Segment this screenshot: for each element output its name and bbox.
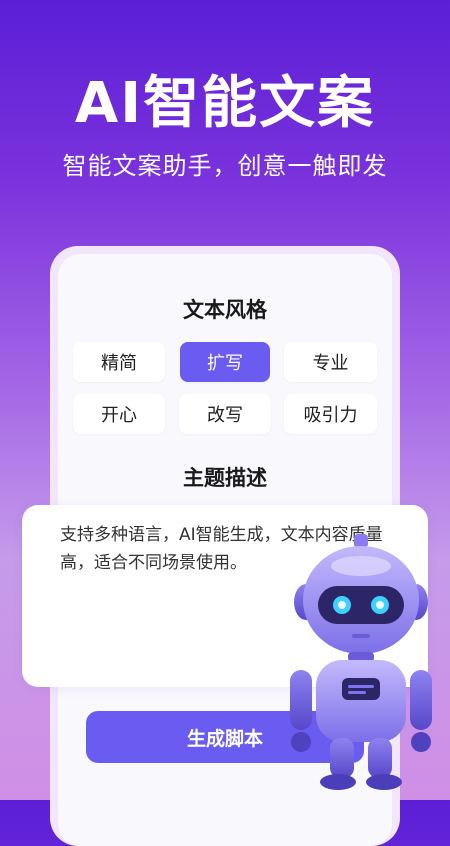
robot-mascot-illustration: [290, 534, 432, 790]
style-chip-expand[interactable]: 扩写: [180, 342, 270, 382]
subheadline: 智能文案助手，创意一触即发: [62, 152, 388, 180]
style-chip-attractive[interactable]: 吸引力: [284, 394, 377, 434]
topic-section-title: 主题描述: [183, 466, 267, 490]
style-chip-rewrite[interactable]: 改写: [179, 394, 271, 434]
style-chip-professional[interactable]: 专业: [284, 342, 377, 382]
style-chip-concise[interactable]: 精简: [73, 342, 165, 382]
style-section-title: 文本风格: [183, 298, 267, 322]
headline: AI智能文案: [74, 71, 376, 136]
style-chip-happy[interactable]: 开心: [73, 394, 165, 434]
